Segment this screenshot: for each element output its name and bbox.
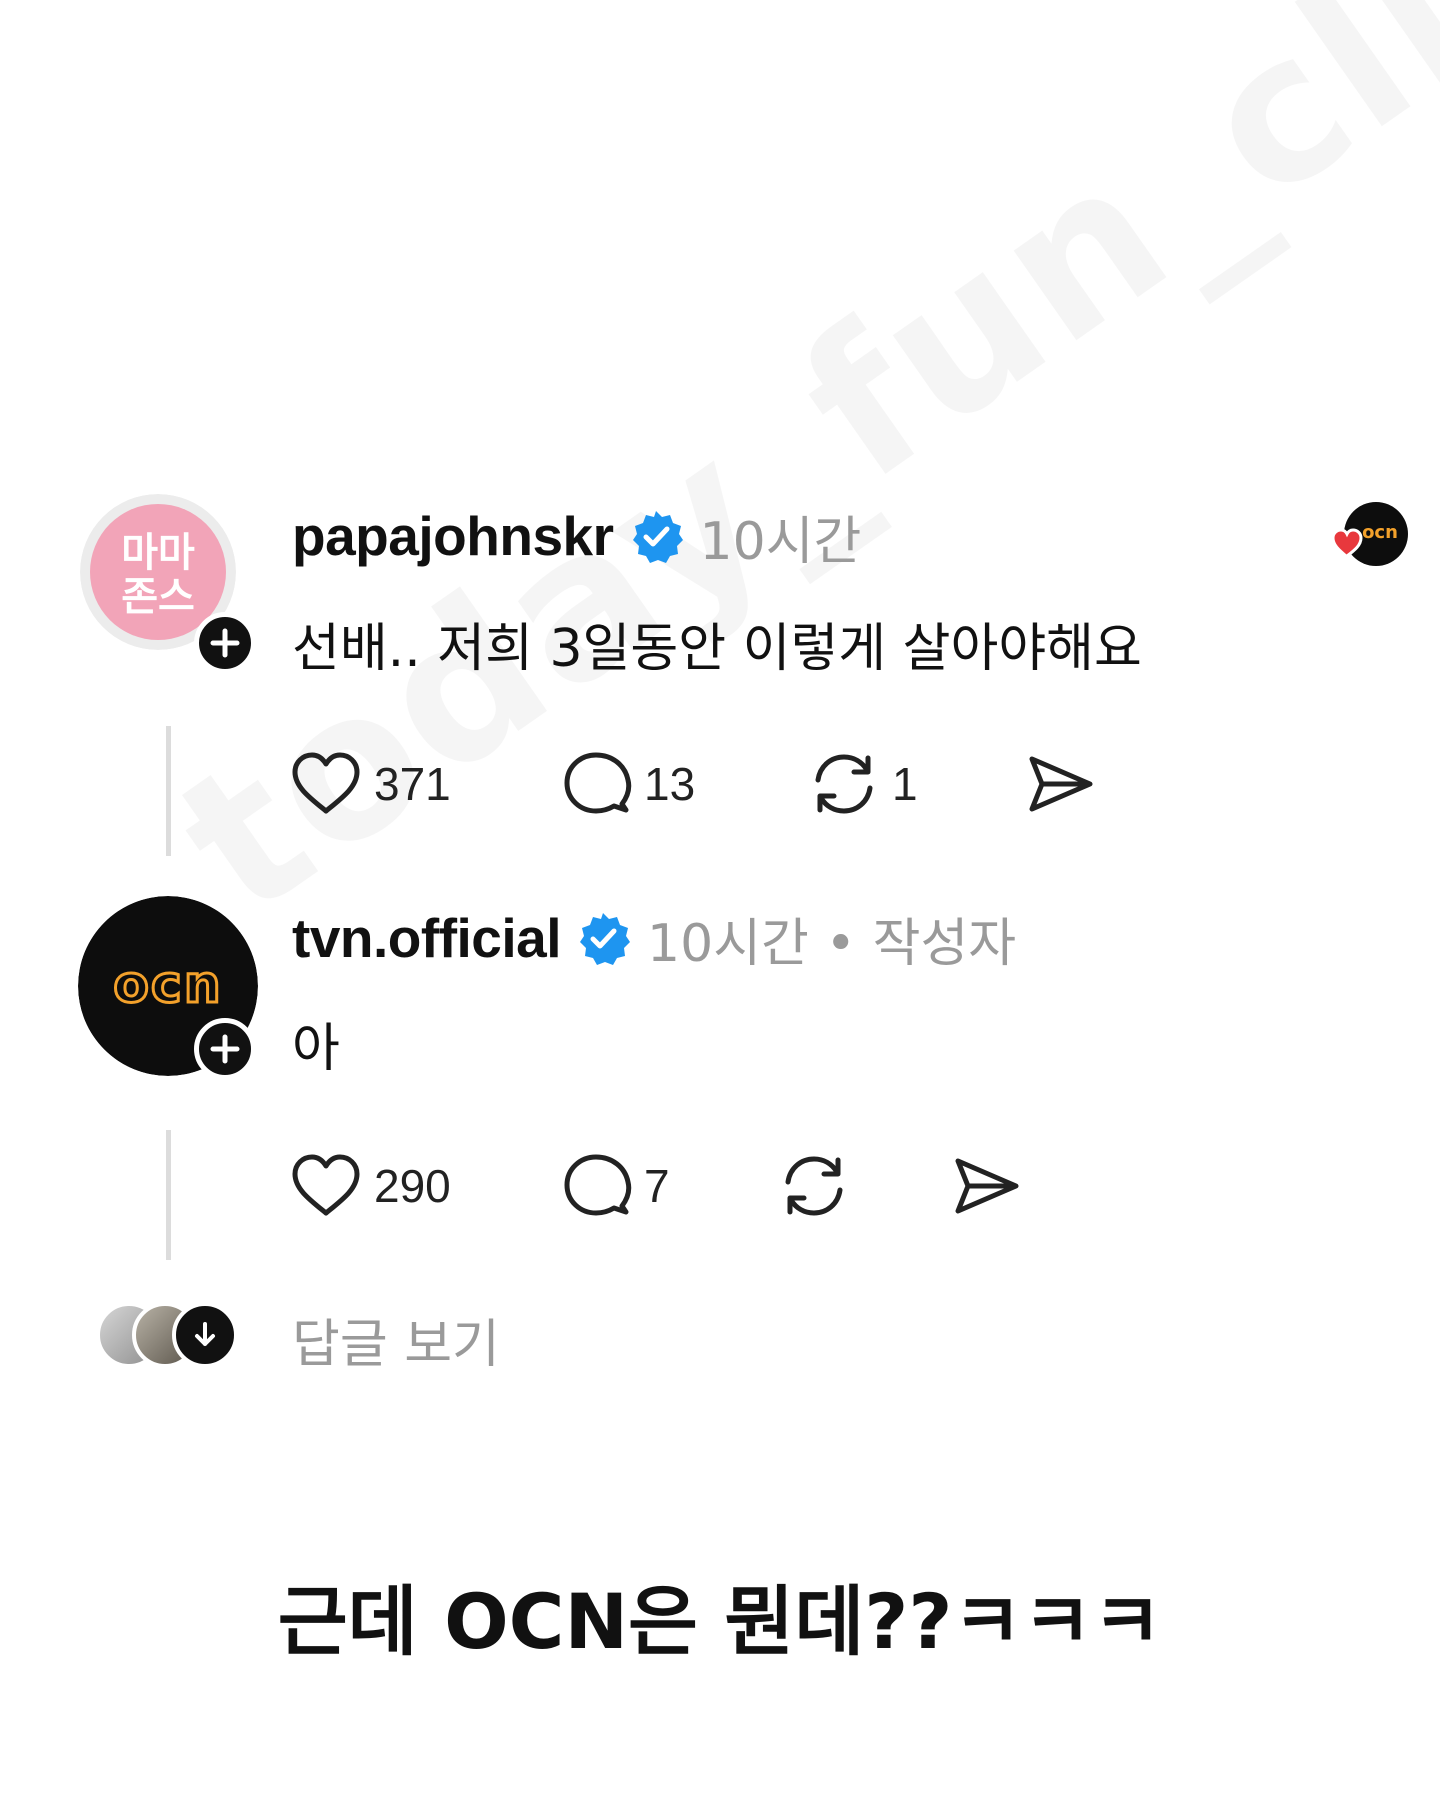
avatar-text-line1: 마마 xyxy=(121,530,195,576)
repost-action[interactable]: 1 xyxy=(808,744,918,824)
share-action[interactable] xyxy=(1024,744,1096,824)
username[interactable]: tvn.official xyxy=(292,906,562,970)
post-header: tvn.official 10시간 • 작성자 xyxy=(292,902,1016,974)
verified-badge xyxy=(628,508,684,564)
like-count: 290 xyxy=(374,1160,451,1212)
repost-count: 1 xyxy=(892,758,918,810)
view-replies-link[interactable]: 답글 보기 xyxy=(292,1302,500,1377)
verified-badge xyxy=(575,910,631,966)
post-text: 선배.. 저희 3일동안 이렇게 살아야해요 xyxy=(292,619,1142,679)
repost-icon xyxy=(815,754,873,814)
arrow-down-icon xyxy=(195,1322,215,1346)
timestamp-author-tag: 10시간 • 작성자 xyxy=(647,913,1017,974)
share-icon xyxy=(1029,756,1093,812)
comment-icon xyxy=(564,752,632,814)
ocn-mini-logo-text: ocn xyxy=(1362,522,1398,543)
plus-icon xyxy=(210,1034,240,1064)
avatar-text-line2: 존스 xyxy=(121,574,195,620)
meme-caption: 근데 OCN은 뭔데??ㅋㅋㅋ xyxy=(277,1577,1163,1666)
comment-count: 7 xyxy=(644,1160,670,1212)
liked-by-author-avatar[interactable]: ocn xyxy=(1330,498,1410,574)
username[interactable]: papajohnskr xyxy=(292,504,614,568)
comment-action[interactable]: 13 xyxy=(562,744,695,824)
like-count: 371 xyxy=(374,758,451,810)
heart-icon xyxy=(292,752,360,814)
heart-icon xyxy=(292,1154,360,1216)
timestamp: 10시간 xyxy=(699,511,862,572)
follow-button[interactable] xyxy=(194,612,256,674)
ocn-heart-badge-icon: ocn xyxy=(1331,502,1408,566)
like-action[interactable]: 371 xyxy=(290,744,451,824)
plus-icon xyxy=(210,628,240,658)
post-text: 아 xyxy=(292,1019,340,1079)
repost-action[interactable] xyxy=(778,1146,850,1226)
like-action[interactable]: 290 xyxy=(290,1146,451,1226)
thread-connector-line xyxy=(166,1130,171,1260)
comment-icon xyxy=(564,1154,632,1216)
ocn-logo-text: ocn xyxy=(113,955,223,1015)
reply-avatar-3 xyxy=(172,1302,238,1368)
view-replies-row[interactable]: 답글 보기 xyxy=(96,1296,796,1376)
thread-connector-line xyxy=(166,726,171,856)
verified-badge-icon xyxy=(632,511,683,563)
verified-badge-icon xyxy=(580,913,631,965)
comment-count: 13 xyxy=(644,758,696,810)
post-header: papajohnskr 10시간 xyxy=(292,500,861,572)
repost-icon xyxy=(785,1156,843,1216)
share-action[interactable] xyxy=(950,1146,1022,1226)
comment-action[interactable]: 7 xyxy=(562,1146,670,1226)
follow-button[interactable] xyxy=(194,1018,256,1080)
share-icon xyxy=(955,1158,1019,1214)
